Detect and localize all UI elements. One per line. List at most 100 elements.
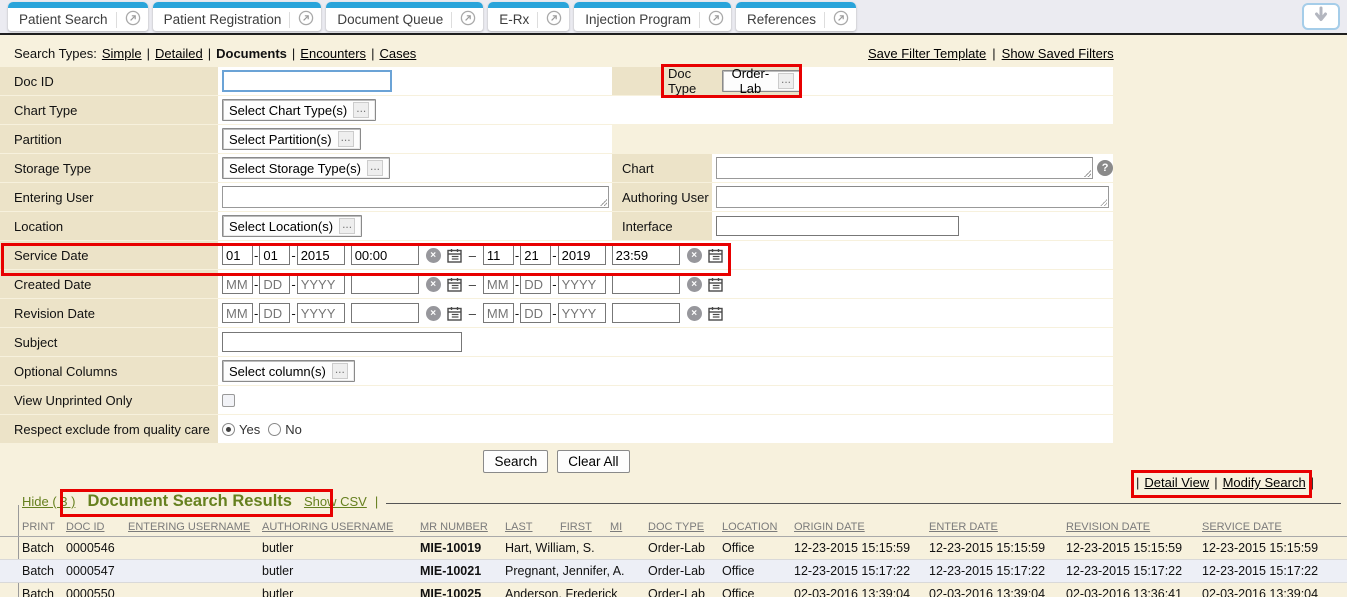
calendar-icon[interactable] — [708, 248, 723, 263]
col-doc-type[interactable]: DOC TYPE — [648, 521, 704, 533]
respect-exclude-yes-radio[interactable] — [222, 423, 235, 436]
revision-end-year-input[interactable] — [558, 303, 606, 323]
col-authoring-username[interactable]: AUTHORING USERNAME — [262, 521, 393, 533]
tab-references[interactable]: References — [736, 2, 856, 31]
open-in-new-icon[interactable] — [546, 10, 562, 29]
optional-columns-select-button[interactable]: Select column(s)... — [222, 360, 355, 382]
calendar-icon[interactable] — [447, 277, 462, 292]
tab-injection-program[interactable]: Injection Program — [574, 2, 731, 31]
service-start-time-input[interactable] — [351, 245, 419, 265]
clear-date-icon[interactable]: × — [426, 306, 441, 321]
col-service-date[interactable]: SERVICE DATE — [1202, 521, 1282, 533]
doc-type-select-button[interactable]: Order-Lab... — [722, 70, 801, 92]
service-end-month-input[interactable] — [483, 245, 514, 265]
modify-search-link[interactable]: Modify Search — [1223, 475, 1306, 490]
col-last[interactable]: LAST — [505, 521, 533, 533]
hide-results-link[interactable]: Hide ( 3 ) — [22, 494, 75, 509]
tab-label: References — [747, 12, 816, 27]
clear-date-icon[interactable]: × — [687, 306, 702, 321]
service-start-day-input[interactable] — [259, 245, 290, 265]
batch-link[interactable]: Batch — [22, 564, 66, 578]
service-end-time-input[interactable] — [612, 245, 680, 265]
col-enter-date[interactable]: ENTER DATE — [929, 521, 998, 533]
created-end-time-input[interactable] — [612, 274, 680, 294]
calendar-icon[interactable] — [708, 306, 723, 321]
subject-input[interactable] — [222, 332, 462, 352]
calendar-icon[interactable] — [447, 248, 462, 263]
respect-exclude-no-radio[interactable] — [268, 423, 281, 436]
open-in-new-icon[interactable] — [125, 10, 141, 29]
revision-start-time-input[interactable] — [351, 303, 419, 323]
batch-link[interactable]: Batch — [22, 541, 66, 555]
show-saved-filters-link[interactable]: Show Saved Filters — [1002, 46, 1114, 61]
authoring-user-input[interactable] — [716, 186, 1109, 208]
revision-start-day-input[interactable] — [259, 303, 290, 323]
tab-document-queue[interactable]: Document Queue — [326, 2, 483, 31]
col-entering-username[interactable]: ENTERING USERNAME — [128, 521, 250, 533]
col-first[interactable]: FIRST — [560, 521, 592, 533]
created-end-month-input[interactable] — [483, 274, 514, 294]
location-select-button[interactable]: Select Location(s)... — [222, 215, 362, 237]
calendar-icon[interactable] — [708, 277, 723, 292]
clear-date-icon[interactable]: × — [426, 277, 441, 292]
created-end-day-input[interactable] — [520, 274, 551, 294]
storage-type-select-button[interactable]: Select Storage Type(s)... — [222, 157, 390, 179]
chart-input[interactable] — [716, 157, 1093, 179]
clear-date-icon[interactable]: × — [687, 277, 702, 292]
interface-input[interactable] — [716, 216, 959, 236]
created-start-day-input[interactable] — [259, 274, 290, 294]
col-origin-date[interactable]: ORIGIN DATE — [794, 521, 865, 533]
resize-grip-icon[interactable] — [1100, 199, 1107, 206]
col-revision-date[interactable]: REVISION DATE — [1066, 521, 1150, 533]
created-start-year-input[interactable] — [297, 274, 345, 294]
col-mr-number[interactable]: MR NUMBER — [420, 521, 488, 533]
doc-id-input[interactable] — [222, 70, 392, 92]
open-in-new-icon[interactable] — [460, 10, 476, 29]
open-in-new-icon[interactable] — [298, 10, 314, 29]
revision-start-month-input[interactable] — [222, 303, 253, 323]
created-start-month-input[interactable] — [222, 274, 253, 294]
detail-view-link[interactable]: Detail View — [1144, 475, 1209, 490]
open-in-new-icon[interactable] — [708, 10, 724, 29]
entering-user-input[interactable] — [222, 186, 609, 208]
tab-patient-search[interactable]: Patient Search — [8, 2, 148, 31]
open-in-new-icon[interactable] — [833, 10, 849, 29]
tab-erx[interactable]: E-Rx — [488, 2, 569, 31]
partition-select-button[interactable]: Select Partition(s)... — [222, 128, 361, 150]
save-filter-template-link[interactable]: Save Filter Template — [868, 46, 986, 61]
table-row[interactable]: Batch 0000547 butler MIE-10021 Pregnant,… — [0, 560, 1347, 583]
table-row[interactable]: Batch 0000546 butler MIE-10019 Hart, Wil… — [0, 537, 1347, 560]
help-icon[interactable]: ? — [1097, 160, 1113, 176]
search-button[interactable]: Search — [483, 450, 548, 473]
created-start-time-input[interactable] — [351, 274, 419, 294]
resize-grip-icon[interactable] — [600, 199, 607, 206]
tab-patient-registration[interactable]: Patient Registration — [153, 2, 322, 31]
revision-start-year-input[interactable] — [297, 303, 345, 323]
clear-date-icon[interactable]: × — [426, 248, 441, 263]
col-doc-id[interactable]: DOC ID — [66, 521, 105, 533]
col-location[interactable]: LOCATION — [722, 521, 777, 533]
resize-grip-icon[interactable] — [1084, 170, 1091, 177]
search-type-simple[interactable]: Simple — [102, 46, 142, 61]
revision-end-month-input[interactable] — [483, 303, 514, 323]
clear-all-button[interactable]: Clear All — [557, 450, 629, 473]
service-start-month-input[interactable] — [222, 245, 253, 265]
service-end-day-input[interactable] — [520, 245, 551, 265]
show-csv-link[interactable]: Show CSV — [304, 494, 367, 509]
col-mi[interactable]: MI — [610, 521, 622, 533]
view-unprinted-checkbox[interactable] — [222, 394, 235, 407]
download-button[interactable] — [1302, 3, 1340, 30]
revision-end-day-input[interactable] — [520, 303, 551, 323]
calendar-icon[interactable] — [447, 306, 462, 321]
chart-type-select-button[interactable]: Select Chart Type(s)... — [222, 99, 376, 121]
created-end-year-input[interactable] — [558, 274, 606, 294]
revision-end-time-input[interactable] — [612, 303, 680, 323]
search-type-encounters[interactable]: Encounters — [300, 46, 366, 61]
search-type-detailed[interactable]: Detailed — [155, 46, 203, 61]
service-end-year-input[interactable] — [558, 245, 606, 265]
service-start-year-input[interactable] — [297, 245, 345, 265]
search-type-cases[interactable]: Cases — [379, 46, 416, 61]
table-row[interactable]: Batch 0000550 butler MIE-10025 Anderson,… — [0, 583, 1347, 597]
batch-link[interactable]: Batch — [22, 587, 66, 597]
clear-date-icon[interactable]: × — [687, 248, 702, 263]
